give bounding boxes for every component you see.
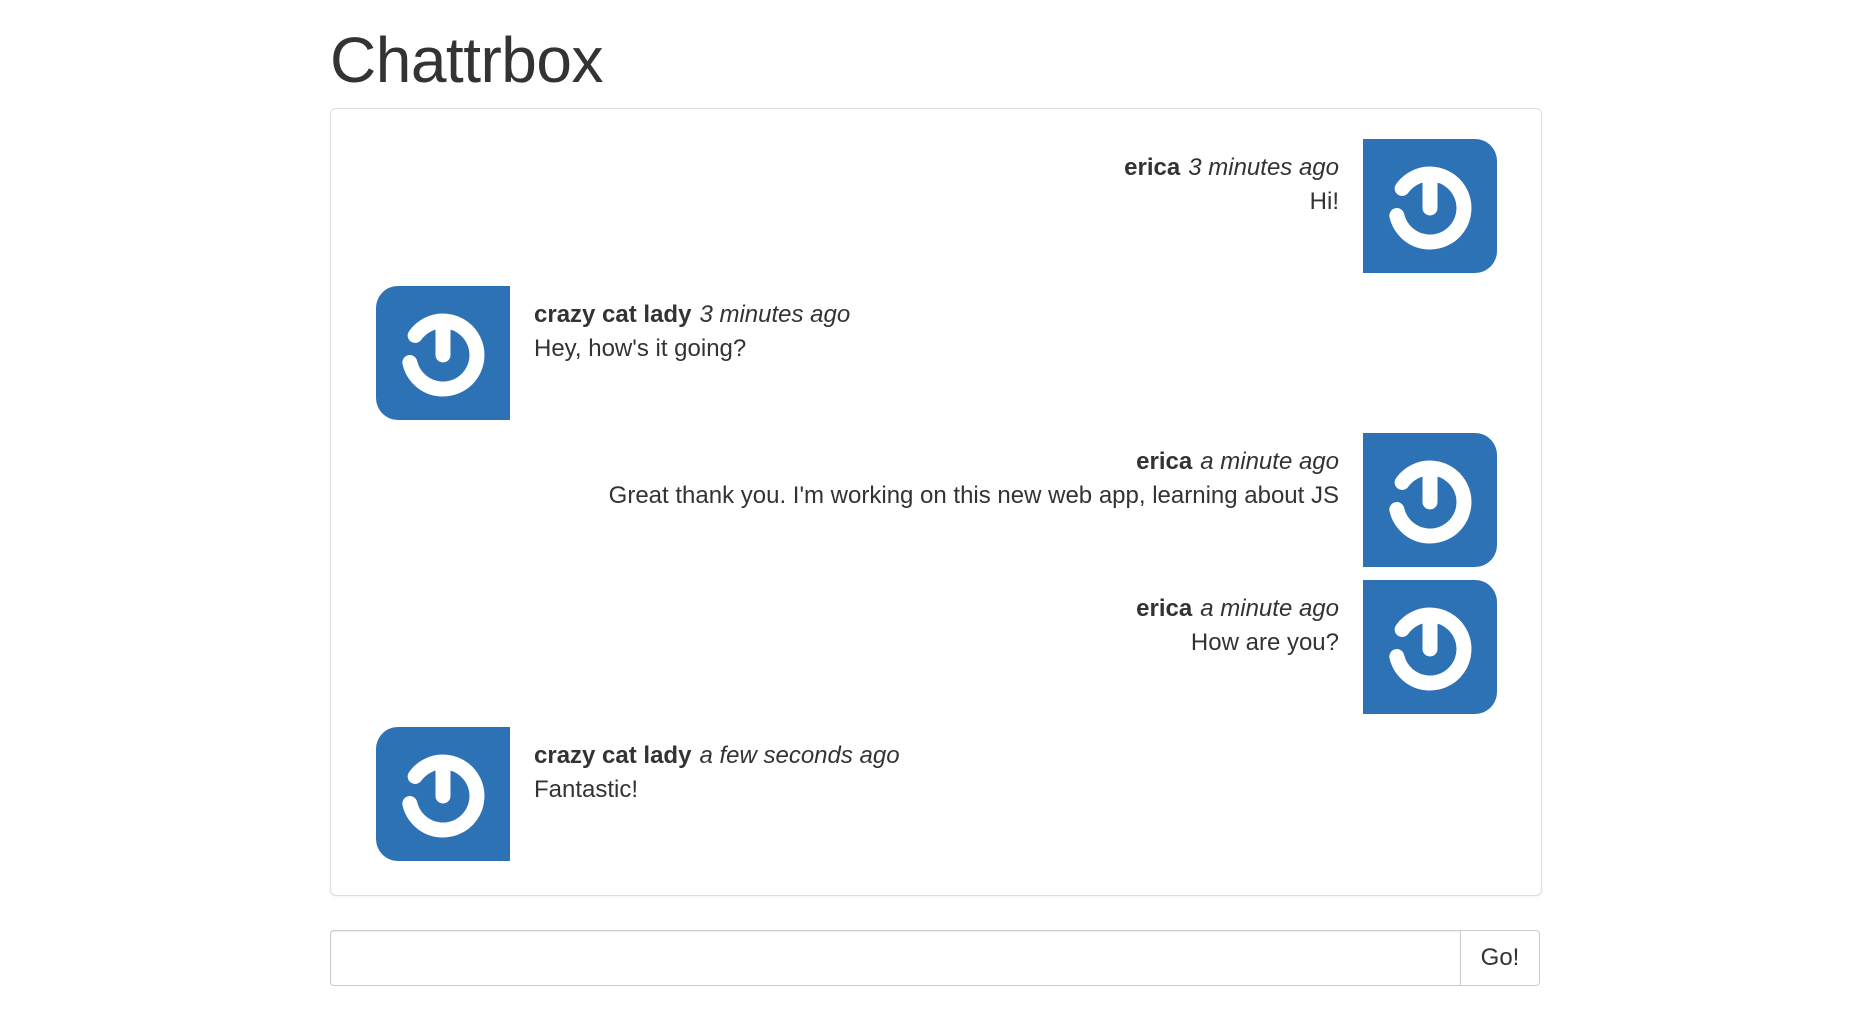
message-meta: crazy cat lady 3 minutes ago [534,300,850,330]
message-item: crazy cat lady 3 minutes ago Hey, how's i… [376,286,850,420]
message-time: a minute ago [1200,448,1339,475]
message-meta: erica a minute ago [609,447,1339,477]
message-item: erica a minute ago How are you? [1136,580,1497,714]
power-logo-icon [401,313,485,397]
message-time: 3 minutes ago [699,301,851,328]
message-text: Hi! [1309,188,1339,215]
message-form: Go! [330,930,1540,986]
power-logo-icon [1388,460,1472,544]
message-meta: crazy cat lady a few seconds ago [534,741,900,771]
avatar [1363,139,1497,273]
message-author: erica [1136,448,1193,475]
message-time: 3 minutes ago [1188,154,1339,181]
message-item: erica a minute ago Great thank you. I'm w… [609,433,1497,567]
avatar [376,727,510,861]
message-author: crazy cat lady [534,742,692,769]
message-text: Fantastic! [534,776,639,803]
message-body: erica 3 minutes ago Hi! [1124,139,1339,217]
message-text: Hey, how's it going? [534,335,747,362]
message-body: erica a minute ago Great thank you. I'm w… [609,433,1339,511]
message-item: crazy cat lady a few seconds ago Fantasti… [376,727,900,861]
message-author: crazy cat lady [534,301,692,328]
power-logo-icon [1388,607,1472,691]
message-meta: erica a minute ago [1136,594,1339,624]
message-author: erica [1124,154,1181,181]
message-body: erica a minute ago How are you? [1136,580,1339,658]
message-body: crazy cat lady 3 minutes ago Hey, how's i… [534,286,850,364]
message-item: erica 3 minutes ago Hi! [1124,139,1497,273]
message-text: How are you? [1190,629,1339,656]
message-body: crazy cat lady a few seconds ago Fantasti… [534,727,900,805]
power-logo-icon [1388,166,1472,250]
power-logo-icon [401,754,485,838]
message-meta: erica 3 minutes ago [1124,153,1339,183]
message-author: erica [1136,595,1193,622]
message-time: a few seconds ago [699,742,900,769]
message-time: a minute ago [1200,595,1339,622]
avatar [1363,433,1497,567]
avatar [1363,580,1497,714]
avatar [376,286,510,420]
app-title: Chattrbox [330,24,603,96]
message-text: Great thank you. I'm working on this new… [608,482,1339,509]
message-list: erica 3 minutes ago Hi! crazy cat lady 3 m… [330,108,1542,896]
send-button[interactable]: Go! [1460,930,1540,986]
message-input[interactable] [330,930,1460,986]
